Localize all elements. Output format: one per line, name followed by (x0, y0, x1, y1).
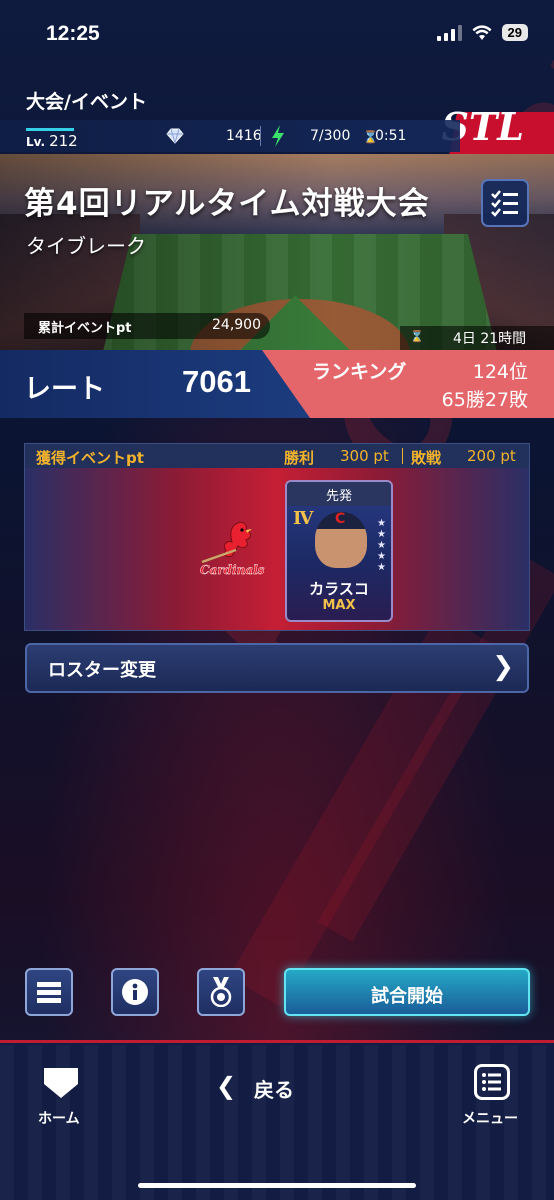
level-value: 212 (49, 132, 78, 150)
card-position: 先発 (325, 489, 352, 504)
menu-list-icon (482, 1073, 501, 1091)
checklist-icon (491, 190, 518, 217)
home-label[interactable]: ホーム (38, 1108, 80, 1128)
stamina-count: 7/300 (310, 128, 351, 144)
player-level: MAX (322, 598, 356, 613)
menu-label[interactable]: メニュー (462, 1108, 518, 1128)
chevron-left-icon[interactable]: ❮ (216, 1072, 236, 1100)
gem-count: 1416 (226, 128, 262, 144)
cumulative-points-value: 24,900 (212, 317, 261, 333)
page-title: 大会/イベント (26, 91, 147, 113)
chevron-right-icon: ❯ (492, 652, 514, 682)
star-rating-icon: ★ ★ ★ ★ ★ (377, 518, 386, 573)
back-button[interactable]: 戻る (254, 1074, 294, 1103)
info-button[interactable] (111, 968, 159, 1016)
signal-icon (436, 24, 462, 41)
list-menu-button[interactable] (25, 968, 73, 1016)
medal-icon (210, 977, 232, 1007)
status-time: 12:25 (46, 22, 100, 45)
cap-logo: C (335, 511, 346, 527)
status-bar: 12:25 29 (0, 0, 554, 70)
win-loss-record: 65勝27敗 (441, 389, 528, 411)
battery-indicator: 29 (501, 24, 528, 41)
ranking-label: ランキング (312, 361, 407, 383)
player-name: カラスコ (309, 580, 369, 598)
svg-text:Cardinals: Cardinals (200, 563, 265, 577)
home-plate-icon[interactable] (42, 1066, 80, 1100)
level-prefix: Lv. (26, 135, 46, 149)
start-match-label: 試合開始 (371, 986, 443, 1007)
rate-label: レート (24, 374, 105, 405)
mission-list-button[interactable] (481, 179, 529, 227)
diamond-icon (166, 128, 184, 144)
info-icon (122, 979, 148, 1005)
divider (402, 448, 403, 464)
hourglass-icon: ⌛ (410, 330, 424, 343)
win-points: 300 pt (340, 447, 389, 465)
rate-value: 7061 (182, 364, 251, 399)
event-subtitle: タイブレーク (26, 234, 146, 258)
lose-label: 敗戦 (411, 449, 442, 467)
reward-button[interactable] (197, 968, 245, 1016)
level-progress (26, 128, 74, 131)
roster-change-label: ロスター変更 (48, 660, 156, 681)
event-points-label: 獲得イベントpt (36, 449, 144, 467)
stamina-bolt-icon (272, 125, 284, 147)
cumulative-points-label: 累計イベントpt (38, 321, 132, 336)
wifi-icon (472, 24, 492, 40)
level-display: Lv. 212 (26, 132, 78, 150)
remaining-time: 4日 21時間 (453, 331, 527, 347)
cardinals-logo-icon: Cardinals (200, 521, 265, 577)
starting-pitcher-card[interactable]: 先発 Ⅳ C ★ ★ ★ ★ ★ カラスコ MAX (285, 480, 393, 622)
ranking-value: 124位 (472, 361, 528, 383)
home-indicator (138, 1183, 416, 1188)
win-label: 勝利 (284, 449, 315, 467)
matchup-area (25, 468, 529, 630)
event-title: 第4回リアルタイム対戦大会 (24, 186, 430, 222)
card-rank: Ⅳ (293, 508, 314, 529)
divider (260, 126, 261, 146)
stamina-timer: 0:51 (375, 128, 407, 144)
menu-icon[interactable] (474, 1064, 510, 1100)
hamburger-icon (37, 982, 61, 1003)
lose-points: 200 pt (467, 447, 516, 465)
